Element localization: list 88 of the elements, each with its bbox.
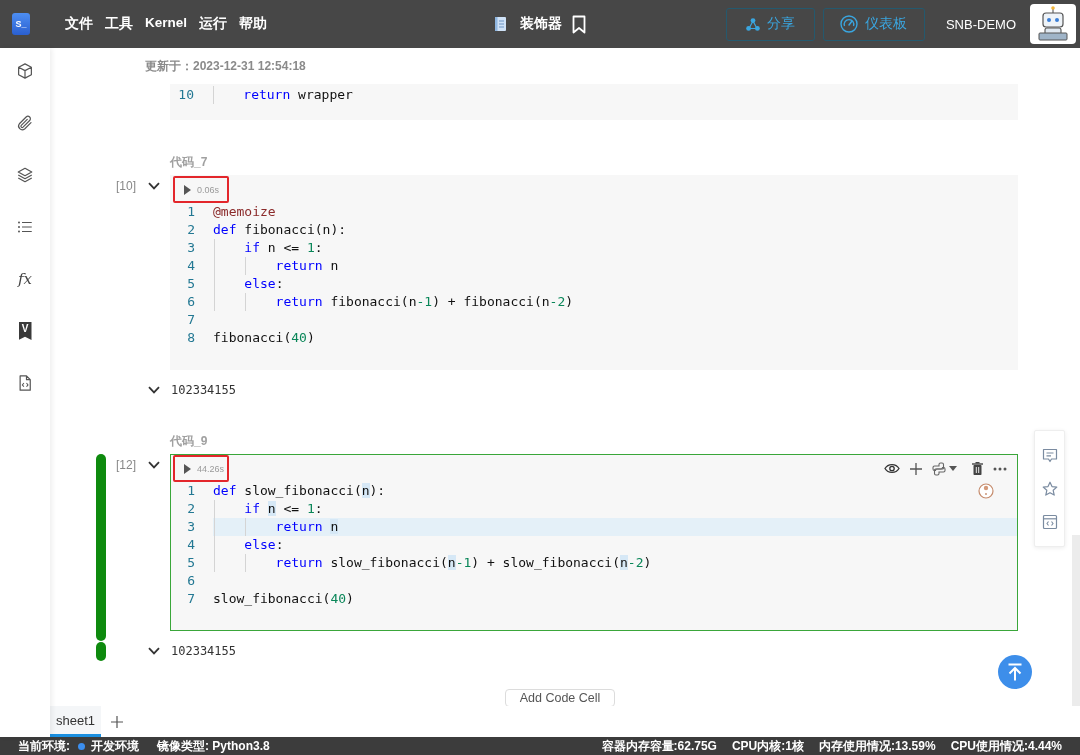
code-line: if n <= 1: [213,239,1017,257]
line-number: 1 [186,203,196,221]
code-window-icon[interactable] [1041,513,1058,530]
menu-item[interactable]: 运行 [199,15,228,33]
code-line: else: [213,275,1017,293]
add-sheet-icon[interactable] [111,715,124,728]
bookmark-icon[interactable] [571,14,586,34]
line-number: 3 [186,518,196,536]
line-number: 5 [186,554,196,572]
layers-icon[interactable] [16,166,34,184]
chevron-down-icon[interactable] [148,647,160,655]
code-line: return wrapper [212,86,1018,104]
code-line: if n <= 1: [213,500,1017,518]
star-icon[interactable] [1041,480,1058,497]
cube-icon[interactable] [16,62,34,80]
execution-count: [12] [116,457,137,473]
more-icon[interactable] [993,466,1007,471]
line-number: 7 [186,311,196,329]
notebook-title: 装饰器 [519,15,562,33]
line-number: 4 [186,257,196,275]
marker-icon[interactable] [978,483,994,499]
environment-label: 当前环境: [18,737,70,755]
delete-icon[interactable] [972,462,983,475]
environment-value: 开发环境 [91,737,139,755]
status-metric: 内存使用情况:13.59% [818,737,936,755]
code-line: else: [213,536,1017,554]
menu-item[interactable]: 文件 [65,15,93,33]
cell-output: 102334155 [171,382,237,399]
line-number: 3 [186,239,196,257]
menu-item[interactable]: Kernel [145,15,188,33]
play-icon[interactable] [184,463,191,474]
status-metric: CPU使用情况:4.44% [950,737,1062,755]
add-code-cell-button[interactable]: Add Code Cell [504,689,616,706]
paperclip-icon[interactable] [16,114,34,132]
sheet-tab[interactable]: sheet1 [50,706,102,737]
chevron-down-icon[interactable] [148,182,160,190]
gauge-icon [840,15,859,33]
caret-icon[interactable] [949,466,957,471]
robot-avatar[interactable] [1030,4,1076,44]
cell-output: 102334155 [171,643,237,660]
code-line: slow_fibonacci(40) [213,590,355,608]
menu-item[interactable]: 帮助 [239,15,268,33]
header-button[interactable]: 仪表板 [822,7,925,41]
header-button[interactable]: 分享 [725,7,815,41]
comment-icon[interactable] [1041,447,1058,464]
status-metric: 容器内存容量:62.75G [601,737,717,755]
menu-item[interactable]: 工具 [105,15,133,33]
chevron-down-icon[interactable] [148,461,160,469]
code-line: def slow_fibonacci(n): [213,482,387,500]
notebook-icon [494,17,506,31]
updated-time: 更新于：2023-12-31 12:54:18 [145,58,307,74]
code-cell[interactable]: 0.06s 1 @memoize 2 def fibonacci(n): 3 if n <= 1: 4 return n 5 else: 6 return fibonacci(n-1) + fibonacci(n-2) 7 8 fibonacci(40) [170,175,1018,370]
bookmark-badge[interactable]: V [18,322,32,340]
eye-icon[interactable] [884,463,900,474]
code-line: return fibonacci(n-1) + fibonacci(n-2) [213,293,1017,311]
execution-count: [10] [116,178,137,194]
cell-label: 代码_7 [170,155,209,169]
user-name: SNB-DEMO [945,16,1016,32]
line-number: 2 [186,221,196,239]
status-metric: CPU内核:1核 [731,737,804,755]
formula-tool[interactable]: fx [18,270,32,288]
code-line: return n [213,257,1017,275]
line-number: 1 [186,482,196,500]
add-icon[interactable] [910,462,922,475]
code-line: fibonacci(40) [213,329,316,347]
app-logo[interactable]: S_ [12,13,30,35]
line-number: 2 [186,500,196,518]
code-file-icon[interactable] [16,374,34,392]
line-number: 8 [186,329,196,347]
line-number: 4 [186,536,196,554]
share-icon [745,17,760,31]
run-time: 44.26s [197,463,225,474]
run-time: 0.06s [197,184,220,195]
code-line: return slow_fibonacci(n-1) + slow_fibonacci(n-2) [213,554,1017,572]
code-cell[interactable]: 44.26s 1 def slow_fibonacci(n): 2 if n <= 1: 3 return n 4 else: 5 return slow_fibonacci(n-1) + slow_fibonacci(n-2) 6 7 slow_fibonacci(40) [170,454,1018,631]
chevron-down-icon[interactable] [148,386,160,394]
line-number: 6 [186,572,196,590]
line-number: 5 [186,275,196,293]
language-icon[interactable] [932,461,946,476]
line-number: 10 [177,86,195,104]
line-number: 6 [186,293,196,311]
code-line: def fibonacci(n): [213,221,348,239]
image-type: 镜像类型: Python3.8 [157,737,270,755]
code-line: @memoize [213,203,277,221]
cell-label: 代码_9 [170,434,209,448]
play-icon[interactable] [184,184,191,195]
line-number: 7 [186,590,196,608]
scroll-to-top-button[interactable] [998,655,1032,689]
